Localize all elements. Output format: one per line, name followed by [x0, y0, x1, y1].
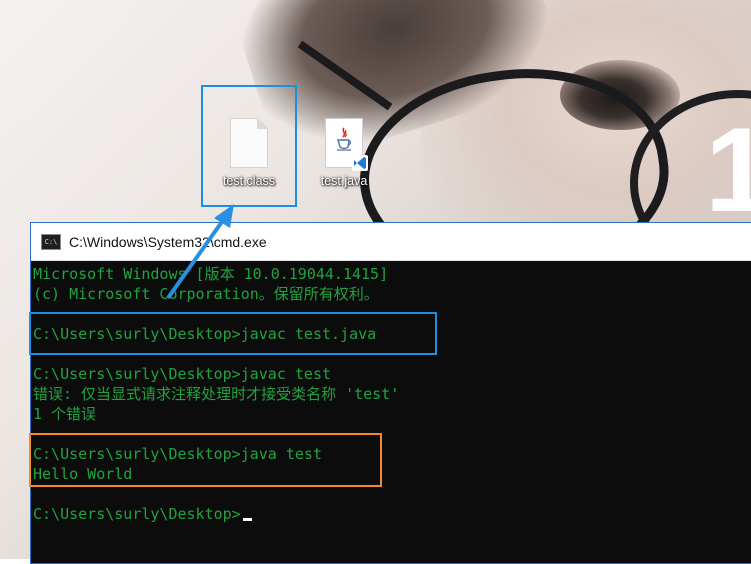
console-line: 1 个错误 [33, 405, 97, 423]
console-line: C:\Users\surly\Desktop> [33, 504, 751, 524]
cmd-window[interactable]: C:\ C:\Windows\System32\cmd.exe Microsof… [30, 222, 751, 564]
desktop-icon-test-java[interactable]: test.java [304, 118, 384, 188]
vscode-badge-icon [352, 155, 368, 171]
title-bar[interactable]: C:\ C:\Windows\System32\cmd.exe [31, 223, 751, 261]
wallpaper-digit: 1 [705, 103, 751, 237]
java-cup-icon [337, 127, 352, 151]
highlight-box-java-run [29, 433, 382, 487]
text-cursor [242, 518, 252, 521]
highlight-box-class-file [201, 85, 297, 207]
console-line: (c) Microsoft Corporation。保留所有权利。 [33, 285, 379, 303]
cmd-icon: C:\ [41, 233, 61, 250]
highlight-box-javac [29, 312, 437, 355]
java-file-icon [325, 118, 368, 171]
desktop-icon-label: test.java [320, 174, 368, 188]
console-line: Microsoft Windows [版本 10.0.19044.1415] [33, 265, 389, 283]
console-line: C:\Users\surly\Desktop>javac test [33, 365, 332, 383]
arrow-annotation [166, 204, 234, 300]
console-line: 错误: 仅当显式请求注释处理时才接受类名称 'test' [33, 385, 400, 403]
